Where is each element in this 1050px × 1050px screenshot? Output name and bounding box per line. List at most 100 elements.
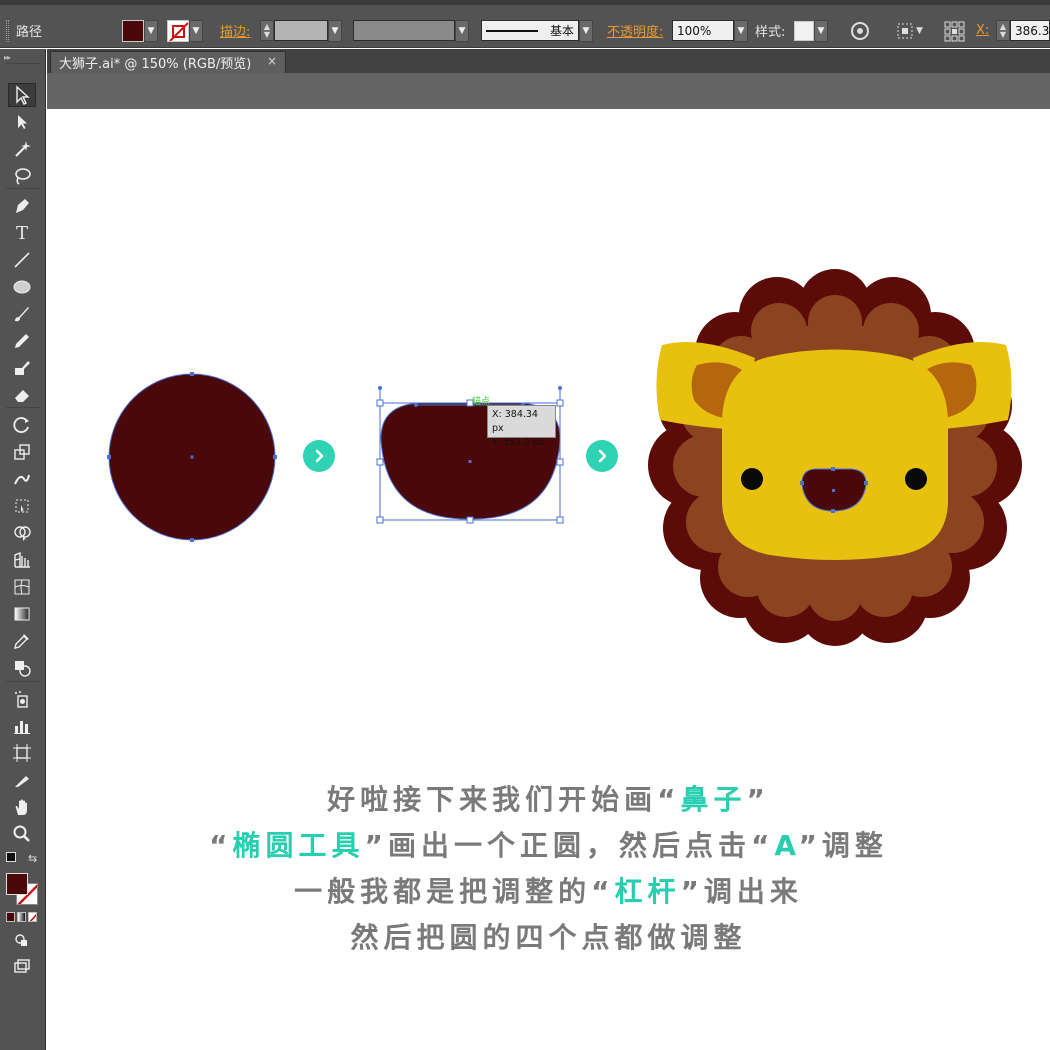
artboard-tool[interactable]	[8, 741, 36, 765]
zoom-tool[interactable]	[8, 822, 36, 846]
hand-tool[interactable]	[8, 795, 36, 819]
gradient-mode-icon[interactable]	[17, 912, 26, 922]
no-stroke-icon	[169, 21, 188, 41]
line-segment-icon	[14, 252, 30, 268]
stroke-weight-stepper[interactable]: ▲ ▼	[260, 20, 274, 41]
screen-mode-button[interactable]	[8, 955, 36, 979]
swap-fill-stroke-icon[interactable]: ⇆	[28, 852, 37, 865]
rotate-tool[interactable]	[8, 413, 36, 437]
chevron-down-icon[interactable]: ▼	[734, 19, 748, 42]
lasso-icon	[15, 168, 31, 185]
mesh-tool[interactable]	[8, 575, 36, 599]
warp-icon	[14, 474, 30, 485]
eyedropper-icon	[14, 634, 29, 649]
brush-definition-field[interactable]: 基本	[481, 20, 579, 41]
instruction-text: 然后把圆的四个点都做调整	[350, 921, 747, 954]
perspective-grid-tool[interactable]	[8, 548, 36, 572]
variable-width-profile[interactable]: ▼	[353, 17, 469, 44]
highlight-text: 鼻子	[680, 783, 747, 816]
instruction-line-1: 好啦接下来我们开始画“鼻子”	[47, 778, 1050, 818]
magic-wand-tool[interactable]	[8, 137, 36, 161]
eyedropper-tool[interactable]	[8, 629, 36, 653]
brush-definition[interactable]: 基本 ▼	[481, 17, 593, 44]
chevron-down-icon[interactable]: ▼	[455, 19, 469, 42]
selection-tool[interactable]	[8, 83, 36, 107]
stroke-weight-field[interactable]	[274, 20, 328, 41]
lasso-tool[interactable]	[8, 164, 36, 188]
slice-icon	[15, 776, 29, 787]
hand-icon	[15, 799, 27, 815]
line-tool[interactable]	[8, 248, 36, 272]
panel-grip[interactable]	[6, 20, 9, 42]
color-mode-icon[interactable]	[6, 912, 15, 922]
column-graph-tool[interactable]	[8, 714, 36, 738]
pencil-tool[interactable]	[8, 329, 36, 353]
x-stepper[interactable]: ▲ ▼	[996, 20, 1010, 41]
next-step-arrow-icon	[586, 440, 618, 472]
chevron-down-icon[interactable]: ▼	[579, 19, 593, 42]
quote-mark: “	[209, 829, 233, 862]
arrow-cursor-icon	[16, 85, 30, 105]
direct-selection-icon	[18, 115, 27, 129]
blend-tool[interactable]	[8, 656, 36, 680]
color-mode-buttons[interactable]	[6, 912, 38, 922]
x-position-control[interactable]: ▲ ▼ 386.3	[996, 17, 1050, 44]
control-bar: 路径 ▼ ▼ 描边: ▲ ▼ ▼ ▼ 基本 ▼ 不透明度: 100% ▼ 样式:…	[0, 0, 1050, 48]
paintbrush-tool[interactable]	[8, 302, 36, 326]
stroke-color-control[interactable]: ▼	[167, 17, 203, 44]
panel-collapse-icon[interactable]: ▸▸	[4, 53, 11, 62]
default-fill-stroke-icon[interactable]	[6, 852, 16, 862]
pen-nib-icon	[16, 199, 29, 213]
opacity-control[interactable]: 100% ▼	[672, 17, 748, 44]
eraser-icon	[15, 390, 29, 402]
quote-mark: ”	[798, 829, 822, 862]
symbol-sprayer-icon	[15, 691, 28, 708]
graphic-style-swatch[interactable]	[794, 20, 814, 41]
chevron-down-icon[interactable]: ▼	[916, 26, 923, 36]
width-profile-field[interactable]	[353, 20, 455, 41]
eraser-tool[interactable]	[8, 383, 36, 407]
fill-color-box[interactable]	[6, 873, 28, 895]
type-tool[interactable]: T	[8, 221, 36, 245]
close-icon[interactable]: ×	[267, 54, 277, 68]
free-transform-tool[interactable]	[8, 494, 36, 518]
fill-swatch[interactable]	[122, 19, 144, 42]
direct-selection-tool[interactable]	[8, 110, 36, 134]
chevron-down-icon[interactable]: ▼	[814, 19, 828, 42]
recolor-artwork-button[interactable]	[849, 17, 871, 44]
blob-brush-tool[interactable]	[8, 356, 36, 380]
symbol-sprayer-tool[interactable]	[8, 687, 36, 711]
gradient-tool[interactable]	[8, 602, 36, 626]
ellipse-tool[interactable]	[8, 275, 36, 299]
magnifier-icon	[13, 825, 30, 842]
opacity-label[interactable]: 不透明度:	[607, 21, 663, 40]
instruction-line-3: 一般我都是把调整的“杠杆”调出来	[47, 870, 1050, 910]
rotate-icon	[13, 417, 29, 433]
perspective-grid-icon	[14, 551, 30, 568]
fill-color-control[interactable]: ▼	[122, 17, 158, 44]
document-tab[interactable]: 大狮子.ai* @ 150% (RGB/预览) ×	[50, 51, 286, 73]
chevron-down-icon[interactable]: ▼	[144, 19, 158, 42]
quote-mark: “	[591, 875, 615, 908]
stroke-weight-control[interactable]: ▲ ▼ ▼	[260, 17, 342, 44]
align-options-button[interactable]: ▼	[894, 17, 923, 44]
opacity-field[interactable]: 100%	[672, 20, 734, 41]
stroke-swatch[interactable]	[167, 19, 189, 42]
reference-point-button[interactable]	[943, 17, 965, 44]
style-label: 样式:	[755, 25, 786, 40]
chevron-down-icon[interactable]: ▼	[189, 19, 203, 42]
warp-tool[interactable]	[8, 467, 36, 491]
graphic-style-control[interactable]: ▼	[794, 17, 828, 44]
shape-builder-tool[interactable]	[8, 521, 36, 545]
none-mode-icon[interactable]	[28, 912, 37, 922]
instruction-text: 好啦接下来我们开始画	[327, 783, 658, 816]
drawing-mode-button[interactable]	[8, 928, 36, 952]
x-position-field[interactable]: 386.3	[1010, 20, 1050, 41]
scale-tool[interactable]	[8, 440, 36, 464]
chevron-down-icon[interactable]: ▼	[328, 19, 342, 42]
stroke-label[interactable]: 描边:	[220, 21, 250, 40]
x-label[interactable]: X:	[976, 23, 989, 38]
slice-tool[interactable]	[8, 768, 36, 792]
tooltip-x: X: 384.34 px	[492, 409, 538, 434]
pen-tool[interactable]	[8, 194, 36, 218]
